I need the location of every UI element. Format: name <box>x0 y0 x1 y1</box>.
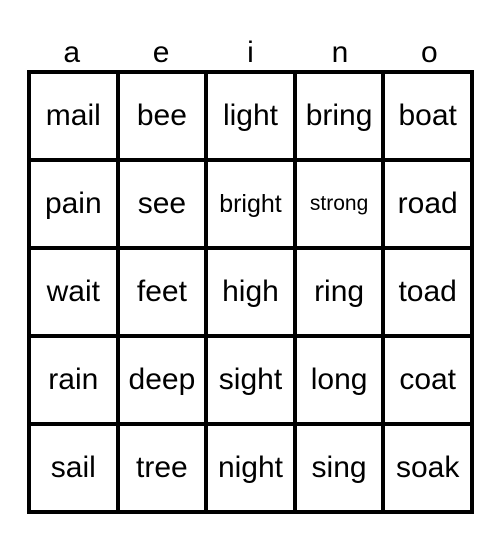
bingo-cell-label: sight <box>218 363 283 397</box>
bingo-cell[interactable]: ring <box>296 250 386 334</box>
bingo-cell[interactable]: coat <box>385 338 470 422</box>
bingo-card: a e i n o mail bee light bring boat pain… <box>0 0 502 544</box>
bingo-cell[interactable]: bright <box>208 162 297 246</box>
bingo-row: wait feet high ring toad <box>31 250 470 338</box>
column-header-a: a <box>63 36 81 69</box>
bingo-cell-label: strong <box>309 191 369 215</box>
bingo-cell-label: wait <box>46 275 100 309</box>
column-header-e: e <box>152 36 170 69</box>
bingo-cell[interactable]: long <box>296 338 386 422</box>
bingo-cell[interactable]: bring <box>296 74 386 158</box>
bingo-cell-label: see <box>137 187 187 221</box>
bingo-cell-label: sing <box>311 451 367 485</box>
bingo-cell-label: night <box>217 451 284 485</box>
bingo-cell-label: boat <box>398 99 457 133</box>
bingo-grid: mail bee light bring boat pain see brigh… <box>27 70 474 514</box>
bingo-cell[interactable]: rain <box>31 338 120 422</box>
bingo-cell-label: feet <box>136 275 187 309</box>
bingo-cell[interactable]: sing <box>296 426 386 510</box>
column-header-o: o <box>420 36 438 69</box>
bingo-cell[interactable]: wait <box>31 250 120 334</box>
bingo-cell[interactable]: high <box>208 250 297 334</box>
bingo-cell-label: light <box>222 99 278 133</box>
bingo-cell[interactable]: night <box>208 426 297 510</box>
bingo-row: sail tree night sing soak <box>31 426 470 510</box>
bingo-cell-label: mail <box>45 99 101 133</box>
bingo-row: mail bee light bring boat <box>31 74 470 162</box>
bingo-cell[interactable]: tree <box>119 426 209 510</box>
bingo-cell-label: bring <box>305 99 373 133</box>
bingo-cell-label: rain <box>48 363 99 397</box>
bingo-cell[interactable]: see <box>119 162 209 246</box>
bingo-cell[interactable]: toad <box>385 250 470 334</box>
bingo-cell[interactable]: pain <box>31 162 120 246</box>
bingo-cell-label: coat <box>399 363 457 397</box>
bingo-cell-label: toad <box>398 275 457 309</box>
bingo-cell-label: deep <box>128 363 196 397</box>
bingo-cell[interactable]: feet <box>119 250 209 334</box>
bingo-cell[interactable]: strong <box>296 162 386 246</box>
bingo-cell-label: bright <box>219 189 282 218</box>
column-header-row: a e i n o <box>27 26 474 70</box>
bingo-cell[interactable]: bee <box>119 74 209 158</box>
bingo-cell[interactable]: soak <box>385 426 470 510</box>
column-header-n: n <box>331 36 349 69</box>
bingo-cell[interactable]: deep <box>119 338 209 422</box>
bingo-cell[interactable]: light <box>208 74 297 158</box>
bingo-cell-label: ring <box>314 275 365 309</box>
bingo-cell-label: long <box>310 363 368 397</box>
column-header-i: i <box>247 36 254 69</box>
bingo-cell-label: bee <box>136 99 187 133</box>
bingo-cell[interactable]: mail <box>31 74 120 158</box>
bingo-cell[interactable]: boat <box>385 74 470 158</box>
bingo-cell[interactable]: sail <box>31 426 120 510</box>
bingo-cell-label: road <box>397 187 458 221</box>
bingo-cell-label: pain <box>44 187 102 221</box>
bingo-cell-label: high <box>222 275 279 309</box>
bingo-cell-label: tree <box>136 451 188 485</box>
bingo-cell[interactable]: sight <box>208 338 297 422</box>
bingo-row: pain see bright strong road <box>31 162 470 250</box>
bingo-cell-label: soak <box>395 451 460 485</box>
bingo-cell-label: sail <box>50 451 96 485</box>
bingo-row: rain deep sight long coat <box>31 338 470 426</box>
bingo-cell[interactable]: road <box>385 162 470 246</box>
